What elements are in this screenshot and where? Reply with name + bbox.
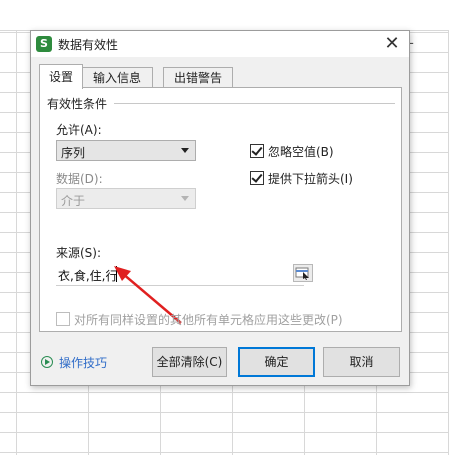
data-validation-dialog: S 数据有效性 ✕ 设置 输入信息 出错警告 有效性条件 允许(A): 序列 数… [30,30,410,386]
settings-panel: 有效性条件 允许(A): 序列 数据(D): 介于 忽略空值(B) 提供下拉箭头… [39,87,402,332]
clear-all-button[interactable]: 全部清除(C) [152,347,227,377]
play-circle-icon [41,356,53,368]
column-header-bar [0,0,449,31]
annotation-arrow [114,266,182,324]
tips-link-label: 操作技巧 [59,356,108,370]
tab-input-message[interactable]: 输入信息 [81,67,153,88]
tab-settings[interactable]: 设置 [39,64,83,89]
close-icon[interactable]: ✕ [381,33,403,55]
dialog-title: 数据有效性 [58,38,119,52]
ok-button[interactable]: 确定 [238,347,315,377]
cancel-button[interactable]: 取消 [323,347,400,377]
checkbox-box [56,312,70,326]
apply-all-label: 对所有同样设置的其他所有单元格应用这些更改(P) [74,313,343,327]
apply-all-checkbox[interactable]: 对所有同样设置的其他所有单元格应用这些更改(P) [56,311,356,327]
wps-sheet-icon: S [36,36,52,52]
tab-error-alert[interactable]: 出错警告 [163,67,233,88]
dialog-titlebar: S 数据有效性 ✕ [31,31,409,57]
